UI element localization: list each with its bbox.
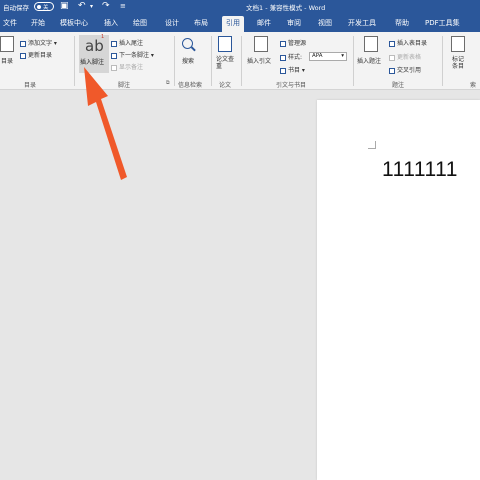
tab-templates[interactable]: 模板中心: [60, 18, 88, 28]
document-title: 文档1 - 兼容性模式 - Word: [246, 4, 326, 12]
mark-entry-label[interactable]: 标记条目: [452, 56, 466, 70]
group-separator: [353, 36, 354, 86]
group-label-toc: 目录: [24, 82, 37, 89]
cross-reference-button[interactable]: 交叉引用: [389, 65, 421, 74]
group-label-captions: 题注: [392, 82, 405, 89]
group-label-paper: 论文: [219, 82, 232, 89]
update-table-icon: [389, 54, 395, 61]
insert-table-of-figures-label: 插入表目录: [397, 40, 428, 47]
citation-style-value: APA: [312, 53, 323, 59]
group-label-citations: 引文与书目: [276, 82, 307, 89]
tab-developer[interactable]: 开发工具: [348, 18, 376, 28]
bibliography-label: 书目 ▾: [288, 67, 305, 74]
autosave-state: 关: [43, 5, 49, 11]
show-notes-label: 显示备注: [119, 64, 144, 71]
style-label: 样式:: [288, 54, 303, 61]
style-button[interactable]: 样式:: [280, 52, 302, 61]
manage-sources-button[interactable]: 管理源: [280, 38, 306, 47]
add-text-icon: [20, 40, 26, 47]
save-icon[interactable]: ▣: [60, 1, 69, 11]
document-body-text[interactable]: 1111111: [382, 158, 458, 182]
table-of-figures-icon: [389, 40, 395, 47]
tab-help[interactable]: 帮助: [395, 18, 409, 28]
footnotes-dialog-launcher-icon[interactable]: ⧉: [166, 80, 170, 86]
redo-icon[interactable]: ↷: [102, 1, 110, 11]
tab-design[interactable]: 设计: [165, 18, 179, 28]
search-icon[interactable]: [182, 38, 193, 49]
insert-endnote-button[interactable]: 插入尾注: [111, 38, 143, 47]
toggle-knob: [37, 4, 41, 9]
mark-entry-icon[interactable]: [451, 36, 465, 52]
search-button-label[interactable]: 搜索: [182, 56, 194, 65]
toc-button-label[interactable]: 目录: [1, 56, 13, 65]
next-footnote-label: 下一条脚注 ▾: [119, 52, 154, 59]
ribbon-references: 目录 添加文字 ▾ 更新目录 目录 插入尾注 下一条脚注 ▾ 显示备注 脚注 ⧉…: [0, 32, 480, 90]
next-footnote-button[interactable]: 下一条脚注 ▾: [111, 50, 154, 59]
margin-corner-mark: [368, 141, 376, 149]
group-label-footnotes: 脚注: [118, 82, 131, 89]
update-table-button[interactable]: 更新表格: [389, 52, 421, 61]
citation-style-select[interactable]: APA ▾: [309, 52, 347, 61]
autosave-toggle[interactable]: 关: [34, 2, 54, 11]
toc-icon[interactable]: [0, 36, 14, 52]
chevron-down-icon: ▾: [341, 53, 344, 59]
update-toc-label: 更新目录: [28, 52, 53, 59]
update-toc-icon: [20, 52, 26, 59]
insert-caption-icon[interactable]: [364, 36, 378, 52]
group-label-index: 索: [470, 82, 477, 89]
tab-view[interactable]: 视图: [318, 18, 332, 28]
paper-check-icon[interactable]: [218, 36, 232, 52]
tab-draw[interactable]: 绘图: [133, 18, 147, 28]
tab-layout[interactable]: 布局: [194, 18, 208, 28]
tab-pdf-tools[interactable]: PDF工具集: [425, 18, 460, 28]
tab-mailings[interactable]: 邮件: [257, 18, 271, 28]
insert-citation-label[interactable]: 插入引文: [247, 56, 271, 65]
document-page[interactable]: [317, 100, 480, 480]
insert-endnote-icon: [111, 40, 117, 47]
insert-footnote-label: 插入脚注: [80, 59, 105, 66]
bibliography-button[interactable]: 书目 ▾: [280, 65, 305, 74]
undo-dropdown-icon[interactable]: ▾: [90, 3, 93, 10]
group-separator: [211, 36, 212, 86]
group-label-research: 信息检索: [178, 82, 203, 89]
insert-table-of-figures-button[interactable]: 插入表目录: [389, 38, 427, 47]
group-separator: [174, 36, 175, 86]
group-separator: [442, 36, 443, 86]
cross-reference-label: 交叉引用: [397, 67, 422, 74]
undo-icon[interactable]: ↶: [78, 1, 86, 11]
insert-endnote-label: 插入尾注: [119, 40, 144, 47]
insert-citation-icon[interactable]: [254, 36, 268, 52]
add-text-label: 添加文字 ▾: [28, 40, 57, 47]
title-bar: 自动保存 关 ▣ ↶ ▾ ↷ ≡ 文档1 - 兼容性模式 - Word: [0, 0, 480, 14]
footnote-superscript-icon: 1: [101, 34, 105, 40]
manage-sources-label: 管理源: [288, 40, 307, 47]
style-icon: [280, 54, 286, 61]
update-toc-button[interactable]: 更新目录: [20, 50, 52, 59]
group-separator: [74, 36, 75, 86]
tab-file[interactable]: 文件: [3, 18, 17, 28]
insert-caption-label[interactable]: 插入题注: [357, 56, 381, 65]
tab-references[interactable]: 引用: [222, 16, 244, 32]
tab-review[interactable]: 审阅: [287, 18, 301, 28]
next-footnote-icon: [111, 52, 117, 59]
tab-insert[interactable]: 插入: [104, 18, 118, 28]
show-notes-button[interactable]: 显示备注: [111, 62, 143, 71]
ribbon-tabs: 文件 开始 模板中心 插入 绘图 设计 布局 引用 邮件 审阅 视图 开发工具 …: [0, 14, 480, 32]
group-separator: [241, 36, 242, 86]
manage-sources-icon: [280, 40, 286, 47]
update-table-label: 更新表格: [397, 54, 422, 61]
show-notes-icon: [111, 64, 117, 71]
cross-reference-icon: [389, 67, 395, 74]
bibliography-icon: [280, 67, 286, 74]
autosave-label: 自动保存: [3, 4, 29, 12]
paper-check-label[interactable]: 论文查重: [216, 56, 236, 70]
tab-home[interactable]: 开始: [31, 18, 45, 28]
add-text-button[interactable]: 添加文字 ▾: [20, 38, 57, 47]
customize-toolbar-icon[interactable]: ≡: [120, 2, 126, 10]
